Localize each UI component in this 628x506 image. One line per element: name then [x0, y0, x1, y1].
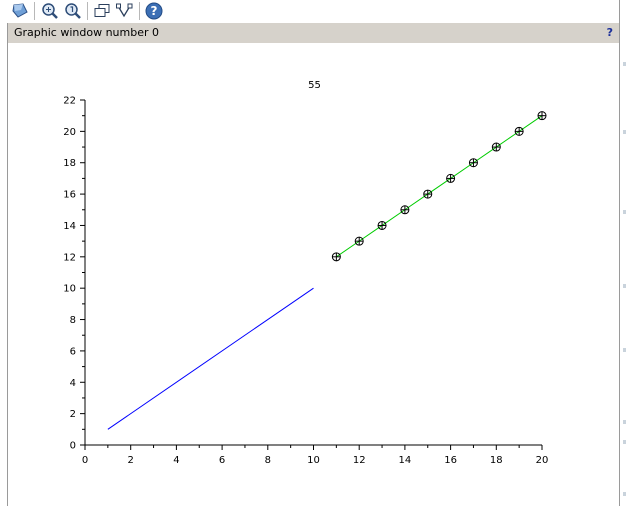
data-point [331, 252, 341, 262]
unzoom-button[interactable] [63, 1, 83, 21]
x-tick-label: 20 [536, 455, 549, 466]
y-tick-label: 10 [63, 284, 76, 295]
zoom-icon [42, 3, 58, 19]
data-point [491, 142, 501, 152]
window-title-bar: Graphic window number 0 ? [8, 23, 619, 43]
y-tick-label: 12 [63, 252, 76, 263]
toolbar: ? [0, 0, 620, 23]
data-point [354, 236, 364, 246]
data-point [446, 173, 456, 183]
chart-title: 55 [308, 80, 321, 91]
x-tick-label: 2 [128, 455, 134, 466]
datatip-button[interactable] [115, 1, 135, 21]
help-button[interactable]: ? [144, 1, 164, 21]
y-tick-label: 20 [63, 127, 76, 138]
toolbar-separator [87, 2, 88, 20]
plot-area: 0 2 4 6 8 10 12 14 16 18 20 0 2 4 6 8 10 12 14 16 18 20 22 55 [63, 80, 549, 466]
strip-marker [623, 130, 626, 134]
strip-marker [623, 348, 626, 352]
data-point [423, 189, 433, 199]
data-point [400, 205, 410, 215]
x-tick-label: 14 [399, 455, 412, 466]
strip-marker [623, 284, 626, 288]
data-point [377, 220, 387, 230]
y-tick-label: 2 [70, 409, 76, 420]
series-line-1 [107, 287, 314, 430]
x-tick-label: 4 [173, 455, 179, 466]
strip-marker [623, 420, 626, 424]
strip-marker [623, 492, 626, 496]
y-tick-label: 0 [70, 441, 76, 452]
strip-marker [623, 210, 626, 214]
x-tick-label: 16 [444, 455, 457, 466]
data-point [468, 158, 478, 168]
strip-marker [623, 62, 626, 66]
unzoom-icon [65, 3, 81, 19]
strip-marker [623, 440, 626, 444]
x-tick-label: 6 [219, 455, 225, 466]
y-tick-label: 16 [63, 190, 76, 201]
windows-button[interactable] [92, 1, 112, 21]
y-tick-label: 8 [70, 315, 76, 326]
data-point [537, 111, 547, 121]
series-line-2 [336, 115, 543, 258]
toolbar-separator [139, 2, 140, 20]
side-strip [620, 0, 628, 506]
data-point [514, 126, 524, 136]
x-tick-label: 0 [82, 455, 88, 466]
x-tick-label: 12 [353, 455, 366, 466]
x-tick-label: 18 [490, 455, 503, 466]
help-link[interactable]: ? [607, 26, 613, 39]
x-tick-label: 10 [307, 455, 320, 466]
y-tick-label: 4 [70, 378, 76, 389]
rotate-tool-button[interactable] [10, 1, 30, 21]
help-icon: ? [145, 2, 163, 20]
y-tick-label: 6 [70, 346, 76, 357]
y-tick-label: 14 [63, 221, 76, 232]
toolbar-separator [34, 2, 35, 20]
windows-icon [94, 4, 110, 17]
window-title: Graphic window number 0 [14, 26, 159, 39]
rotate-3d-icon [12, 3, 28, 18]
y-tick-label: 18 [63, 158, 76, 169]
graphic-canvas[interactable]: 0 2 4 6 8 10 12 14 16 18 20 0 2 4 6 8 10 12 14 16 18 20 22 55 [8, 43, 619, 506]
y-tick-label: 22 [63, 96, 76, 107]
datatip-icon [116, 3, 133, 18]
zoom-button[interactable] [40, 1, 60, 21]
x-tick-label: 8 [265, 455, 271, 466]
svg-text:?: ? [151, 4, 158, 18]
